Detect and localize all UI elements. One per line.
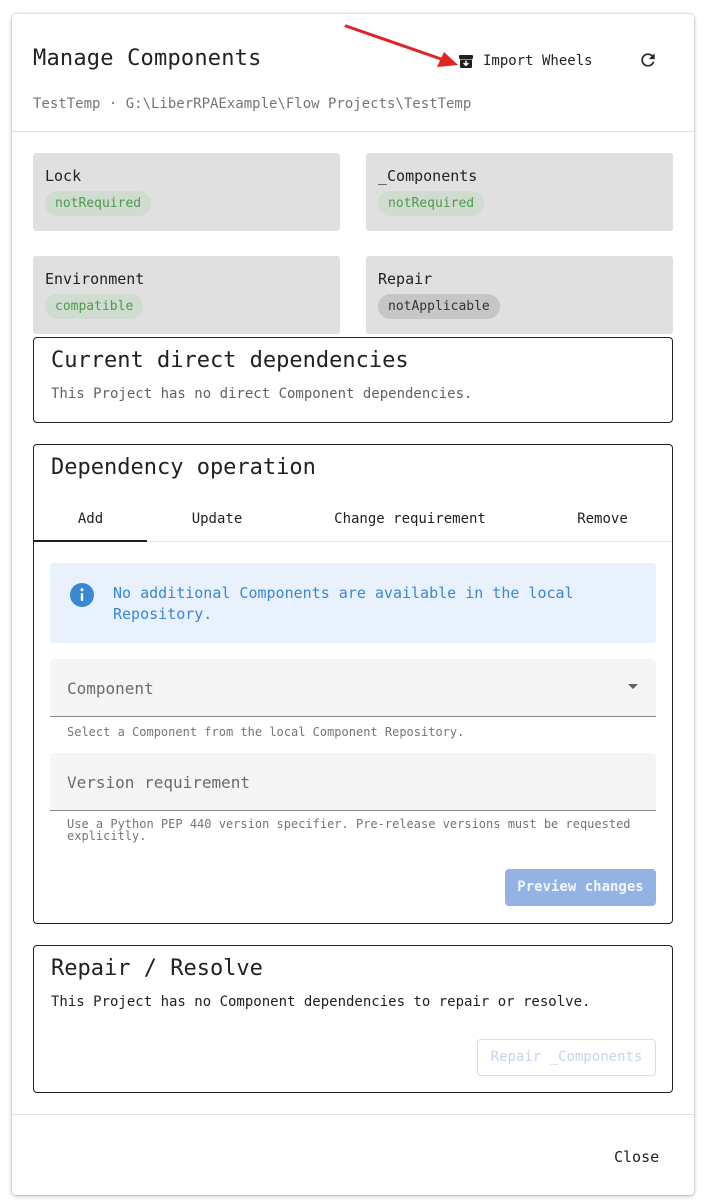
status-chip: compatible (45, 294, 144, 319)
refresh-button[interactable] (632, 46, 664, 78)
chevron-down-icon (628, 684, 638, 689)
status-chip: notRequired (378, 191, 485, 216)
repair-resolve-section: Repair / Resolve This Project has no Com… (33, 945, 673, 1093)
info-icon (70, 583, 94, 611)
dialog-header: Manage Components TestTemp · G:\LiberRPA… (12, 14, 694, 132)
repair-resolve-title: Repair / Resolve (51, 956, 263, 981)
status-label: Repair (378, 270, 433, 288)
annotation-arrow-icon (344, 24, 458, 67)
component-select[interactable]: Component (50, 659, 656, 717)
tab-remove[interactable]: Remove (533, 497, 672, 542)
dialog-footer: Close (12, 1114, 694, 1195)
operation-tabs: Add Update Change requirement Remove (34, 497, 672, 542)
import-wheels-label: Import Wheels (483, 53, 593, 69)
current-dependencies-section: Current direct dependencies This Project… (33, 337, 673, 423)
status-label: _Components (378, 167, 478, 185)
import-wheels-button[interactable]: Import Wheels (452, 47, 599, 75)
version-helper-text: Use a Python PEP 440 version specifier. … (67, 817, 631, 843)
version-requirement-placeholder: Version requirement (67, 773, 251, 792)
manage-components-dialog: Manage Components TestTemp · G:\LiberRPA… (12, 14, 694, 1195)
dependency-operation-title: Dependency operation (51, 455, 316, 480)
status-label: Environment (45, 270, 145, 288)
status-chip: notApplicable (378, 294, 500, 319)
component-placeholder: Component (67, 679, 154, 698)
close-button[interactable]: Close (606, 1144, 667, 1170)
status-card-components: _Components notRequired (366, 153, 673, 231)
tab-update[interactable]: Update (147, 497, 287, 542)
tab-change-requirement[interactable]: Change requirement (287, 497, 533, 542)
status-label: Lock (45, 167, 82, 185)
dependency-operation-section: Dependency operation Add Update Change r… (33, 444, 673, 924)
archive-icon (458, 53, 474, 69)
dialog-title: Manage Components (33, 46, 262, 71)
status-card-repair: Repair notApplicable (366, 256, 673, 334)
current-dependencies-text: This Project has no direct Component dep… (51, 386, 473, 402)
component-helper-text: Select a Component from the local Compon… (67, 725, 465, 739)
dialog-subtitle: TestTemp · G:\LiberRPAExample\Flow Proje… (33, 96, 472, 112)
status-card-lock: Lock notRequired (33, 153, 340, 231)
status-chip: notRequired (45, 191, 152, 216)
tab-add[interactable]: Add (34, 497, 147, 542)
refresh-icon (638, 50, 658, 74)
current-dependencies-title: Current direct dependencies (51, 348, 409, 373)
version-requirement-input[interactable]: Version requirement (50, 753, 656, 811)
repair-components-button[interactable]: Repair _Components (477, 1039, 656, 1076)
preview-changes-button[interactable]: Preview changes (505, 869, 656, 906)
repair-resolve-text: This Project has no Component dependenci… (51, 994, 591, 1010)
status-card-environment: Environment compatible (33, 256, 340, 334)
no-components-alert: No additional Components are available i… (50, 563, 656, 643)
alert-message: No additional Components are available i… (113, 584, 574, 623)
